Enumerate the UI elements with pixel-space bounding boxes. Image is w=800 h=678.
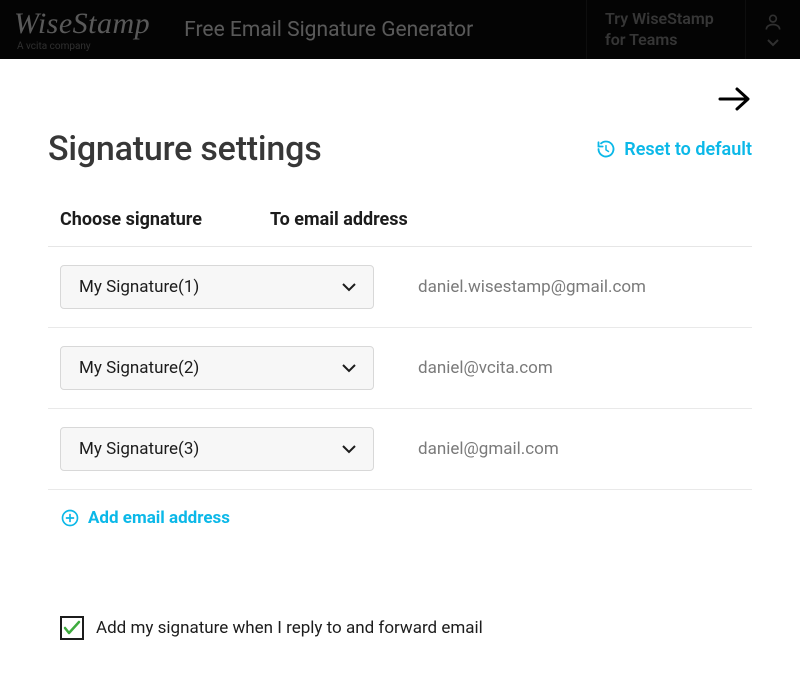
arrow-right-icon (716, 85, 752, 113)
logo-text: WiseStamp (14, 9, 150, 39)
reply-forward-checkbox-row: Add my signature when I reply to and for… (48, 616, 752, 640)
columns-header: Choose signature To email address (48, 209, 752, 247)
forward-arrow-button[interactable] (716, 85, 752, 117)
signature-row: My Signature(1) daniel.wisestamp@gmail.c… (48, 247, 752, 328)
chevron-down-icon (341, 282, 357, 292)
page-title: Signature settings (48, 129, 322, 169)
plus-circle-icon (60, 508, 80, 528)
history-icon (596, 139, 616, 159)
signature-select[interactable]: My Signature(2) (60, 346, 374, 390)
try-teams-label: Try WiseStamp for Teams (605, 9, 727, 51)
reset-to-default-link[interactable]: Reset to default (596, 139, 752, 160)
col-header-email: To email address (270, 209, 408, 230)
try-teams-link[interactable]: Try WiseStamp for Teams (586, 0, 746, 59)
signature-select-label: My Signature(3) (79, 439, 199, 459)
signature-row: My Signature(3) daniel@gmail.com (48, 409, 752, 490)
signature-select-label: My Signature(2) (79, 358, 199, 378)
logo-subtitle: A vcita company (17, 41, 150, 52)
chevron-down-icon (341, 444, 357, 454)
add-email-label: Add email address (88, 508, 230, 528)
email-address: daniel@vcita.com (374, 358, 553, 378)
header-tagline: Free Email Signature Generator (184, 18, 473, 42)
reply-forward-checkbox-label: Add my signature when I reply to and for… (96, 618, 483, 638)
signature-select-label: My Signature(1) (79, 277, 199, 297)
user-icon (763, 12, 783, 32)
reset-label: Reset to default (624, 139, 752, 160)
signature-select[interactable]: My Signature(1) (60, 265, 374, 309)
chevron-down-icon (766, 38, 780, 48)
top-bar: WiseStamp A vcita company Free Email Sig… (0, 0, 800, 59)
add-email-link[interactable]: Add email address (48, 490, 752, 528)
logo-block[interactable]: WiseStamp A vcita company (0, 1, 164, 58)
checkmark-icon (63, 620, 81, 636)
email-address: daniel.wisestamp@gmail.com (374, 277, 646, 297)
chevron-down-icon (341, 363, 357, 373)
signature-select[interactable]: My Signature(3) (60, 427, 374, 471)
user-menu[interactable] (746, 0, 800, 59)
content-panel: Signature settings Reset to default Choo… (0, 59, 800, 640)
col-header-signature: Choose signature (48, 209, 270, 230)
reply-forward-checkbox[interactable] (60, 616, 84, 640)
signature-row: My Signature(2) daniel@vcita.com (48, 328, 752, 409)
email-address: daniel@gmail.com (374, 439, 559, 459)
